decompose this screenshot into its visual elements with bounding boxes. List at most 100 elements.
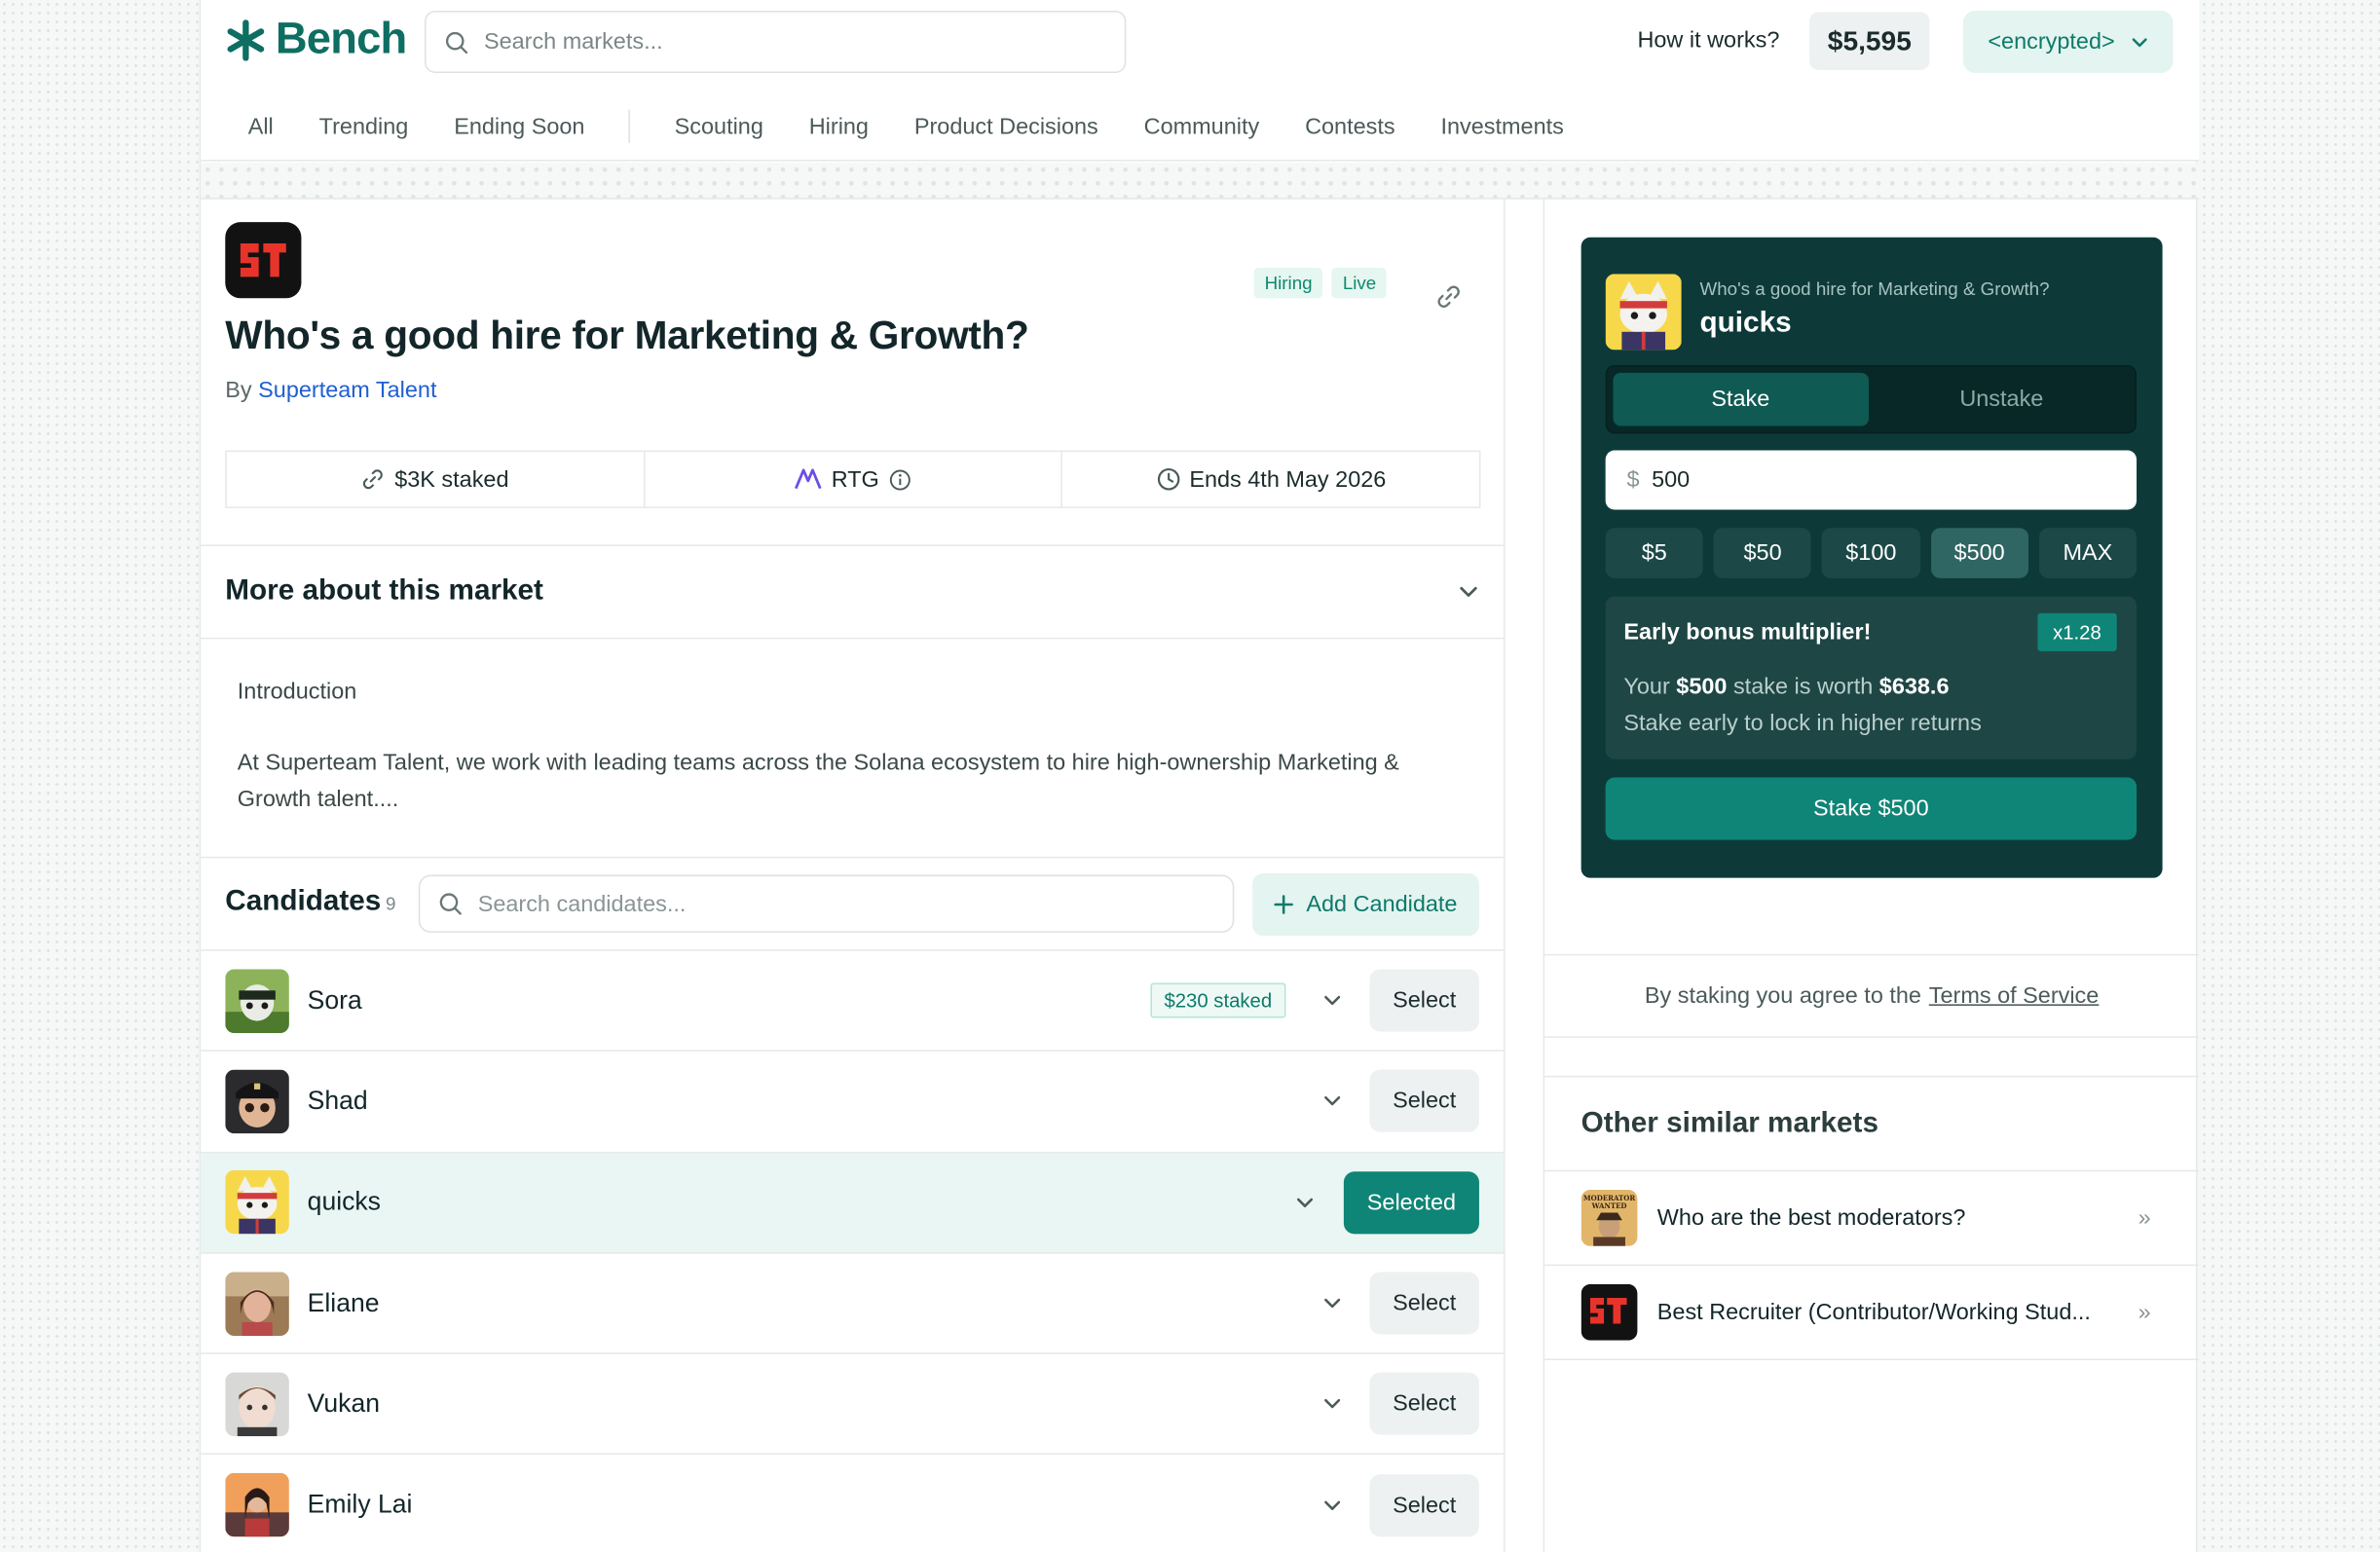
quick-amount-100[interactable]: $100 [1822,528,1920,578]
tag-live: Live [1331,268,1388,299]
tag-hiring: Hiring [1253,268,1323,299]
quick-amount-5[interactable]: $5 [1605,528,1703,578]
chevron-down-icon [1460,586,1477,597]
chevron-down-icon[interactable] [1322,1293,1342,1312]
nav-all[interactable]: All [225,113,296,139]
stat-staked: $3K staked [225,452,643,507]
nav-hiring[interactable]: Hiring [786,113,891,139]
search-icon [445,31,468,54]
chevron-down-icon[interactable] [1295,1193,1315,1212]
candidate-avatar [225,1069,289,1134]
candidate-row[interactable]: Emily Lai Select [201,1456,1504,1552]
similar-markets: Other similar markets MODERATOR WANTED W… [1544,1075,2200,1361]
top-header: Bench Search markets... How it works? $5… [201,0,2200,162]
candidate-name: Eliane [307,1287,380,1317]
bonus-subtext: Stake early to lock in higher returns [1623,710,1982,737]
link-chain-icon [363,469,384,490]
select-button[interactable]: Select [1369,1473,1479,1536]
chevron-down-icon [2132,37,2147,47]
candidate-row[interactable]: Sora $230 staked Select [201,951,1504,1053]
brand-name: Bench [275,15,407,64]
search-markets-input[interactable]: Search markets... [424,10,1127,74]
candidate-staked-badge: $230 staked [1150,982,1286,1018]
nav-investments[interactable]: Investments [1418,113,1586,139]
candidate-avatar [225,1372,289,1436]
stake-amount-input[interactable]: $ 500 [1605,450,2138,510]
category-nav: All Trending Ending Soon Scouting Hiring… [225,92,1586,162]
candidate-row[interactable]: Shad Select [201,1052,1504,1153]
info-icon[interactable] [888,468,911,491]
quick-amount-500[interactable]: $500 [1930,528,2028,578]
stake-tabs: Stake Unstake [1605,365,2138,434]
nav-community[interactable]: Community [1121,113,1282,139]
tab-unstake[interactable]: Unstake [1874,373,2129,426]
copy-link-icon[interactable] [1435,283,1463,318]
select-button[interactable]: Select [1369,969,1479,1032]
double-chevron-right-icon: » [2138,1204,2151,1232]
author-link[interactable]: Superteam Talent [258,378,436,404]
quick-amount-50[interactable]: $50 [1713,528,1812,578]
add-candidate-label: Add Candidate [1306,891,1458,918]
svg-text:WANTED: WANTED [1591,1201,1627,1210]
how-it-works-link[interactable]: How it works? [1637,27,1779,54]
candidate-avatar [225,1472,289,1537]
more-about-toggle[interactable]: More about this market [201,544,1504,640]
currency-symbol: $ [1626,466,1640,494]
nav-contests[interactable]: Contests [1283,113,1418,139]
token-name: RTG [831,465,879,493]
wallet-address: <encrypted> [1988,28,2115,55]
candidate-name: Sora [307,985,362,1015]
candidate-row[interactable]: Vukan Select [201,1354,1504,1456]
asterisk-logo-icon [227,19,265,61]
market-description: Introduction At Superteam Talent, we wor… [238,674,1470,818]
brand-logo[interactable]: Bench [225,15,407,66]
similar-market-title: Who are the best moderators? [1656,1204,1966,1232]
candidates-title: Candidates 9 [225,885,395,918]
market-main: Hiring Live Who's a good hire for Market… [201,199,1506,1552]
tab-stake[interactable]: Stake [1613,372,1869,426]
chevron-down-icon[interactable] [1322,1091,1342,1111]
page-shell: Bench Search markets... How it works? $5… [199,0,2200,1552]
nav-trending[interactable]: Trending [296,113,431,139]
candidate-row[interactable]: Eliane Select [201,1253,1504,1355]
nav-product-decisions[interactable]: Product Decisions [891,113,1121,139]
selected-button[interactable]: Selected [1343,1170,1479,1234]
select-button[interactable]: Select [1369,1070,1479,1133]
bonus-worth-line: Your $500 stake is worth $638.6 [1623,674,1949,700]
superteam-logo-icon [1580,1283,1638,1341]
candidates-title-text: Candidates [225,885,382,918]
stake-submit-button[interactable]: Stake $500 [1605,777,2138,840]
nav-ending-soon[interactable]: Ending Soon [431,113,608,139]
byline-label: By [225,377,252,404]
candidates-header: Candidates 9 Search candidates... Add Can… [201,856,1504,951]
bonus-stake-amount: $500 [1676,674,1728,700]
chevron-down-icon[interactable] [1322,991,1342,1011]
similar-market-item[interactable]: Best Recruiter (Contributor/Working Stud… [1544,1266,2200,1361]
stake-amount-value: 500 [1652,466,1691,494]
dotted-divider [201,163,2200,200]
quick-amount-max[interactable]: MAX [2038,528,2138,578]
staked-total: $3K staked [394,465,509,493]
similar-market-title: Best Recruiter (Contributor/Working Stud… [1656,1299,2091,1326]
terms-notice: By staking you agree to the Terms of Ser… [1544,953,2200,1038]
rtg-token-icon [795,468,823,490]
candidate-avatar [225,1170,289,1235]
candidates-count: 9 [386,893,396,915]
candidate-row-selected[interactable]: quicks Selected [201,1152,1504,1254]
selected-candidate-avatar [1605,274,1682,351]
chevron-down-icon[interactable] [1322,1496,1342,1515]
bonus-multiplier-box: Early bonus multiplier! x1.28 Your $500 … [1605,596,2138,759]
stake-sidebar: Who's a good hire for Marketing & Growth… [1543,199,2200,1552]
candidate-name: Emily Lai [307,1490,413,1519]
description-heading: Introduction [237,678,357,705]
nav-scouting[interactable]: Scouting [651,113,786,139]
select-button[interactable]: Select [1369,1373,1479,1436]
similar-market-item[interactable]: MODERATOR WANTED Who are the best modera… [1544,1171,2200,1267]
wallet-dropdown[interactable]: <encrypted> [1962,10,2174,74]
chevron-down-icon[interactable] [1322,1394,1342,1414]
terms-of-service-link[interactable]: Terms of Service [1929,983,2100,1010]
add-candidate-button[interactable]: Add Candidate [1252,872,1479,937]
select-button[interactable]: Select [1369,1272,1479,1335]
plus-icon [1274,895,1294,914]
search-candidates-input[interactable]: Search candidates... [418,874,1235,933]
